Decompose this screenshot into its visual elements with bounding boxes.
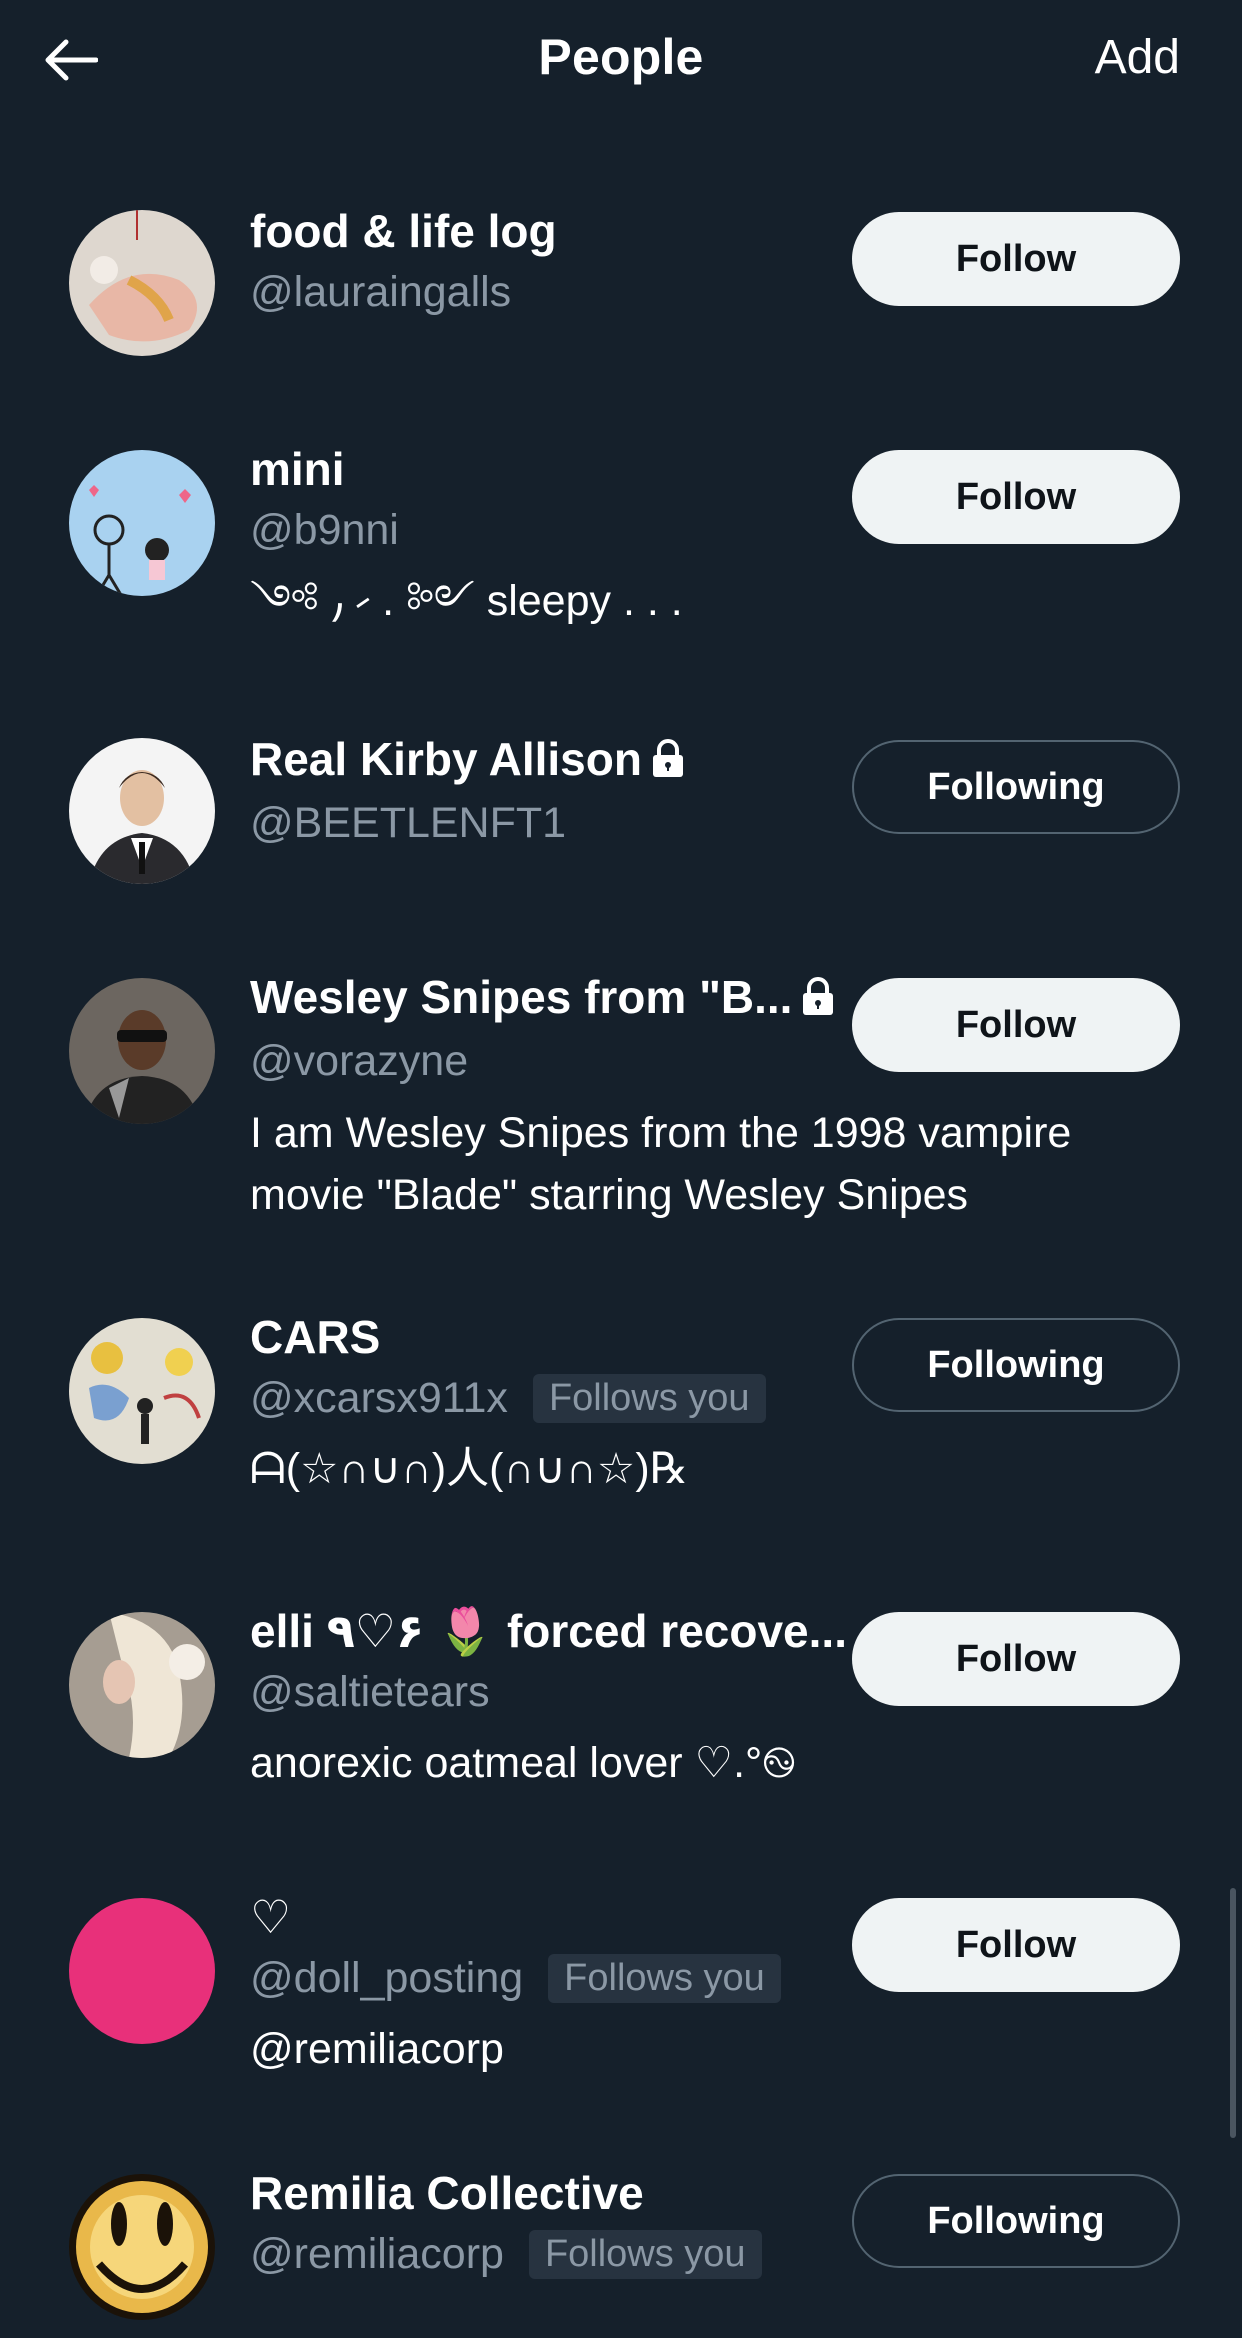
following-button[interactable]: Following <box>852 1318 1180 1412</box>
user-handle: @doll_posting <box>250 1953 524 2002</box>
user-handle: @saltietears <box>250 1667 490 1716</box>
user-handle: @remiliacorp <box>250 2229 504 2278</box>
list-item[interactable]: Remilia Collective @remiliacorp Follows … <box>0 2078 1242 2338</box>
user-info: ♡ @doll_posting Follows you @remiliacorp <box>250 1888 850 2080</box>
user-handle: @b9nni <box>250 505 399 554</box>
follows-you-badge: Follows you <box>528 2229 762 2279</box>
user-handle: @xcarsx911x <box>250 1373 508 1422</box>
list-item[interactable]: elli ٩♡۶ 🌷 forced recove... @saltietears… <box>0 1516 1242 1802</box>
user-info: mini @b9nni ༺ ⹜ ⹝ . ༻ sleepy . . . <box>250 440 850 632</box>
user-info: elli ٩♡۶ 🌷 forced recove... @saltietears… <box>250 1602 850 1794</box>
people-list: food & life log @lauraingalls Follow min… <box>0 120 1242 2338</box>
user-bio: @remiliacorp <box>250 2025 504 2073</box>
avatar[interactable] <box>69 2174 215 2320</box>
avatar[interactable] <box>69 1898 215 2044</box>
list-item[interactable]: mini @b9nni ༺ ⹜ ⹝ . ༻ sleepy . . . Follo… <box>0 358 1242 648</box>
following-button[interactable]: Following <box>852 740 1180 834</box>
user-handle: @lauraingalls <box>250 267 512 316</box>
avatar[interactable] <box>69 738 215 884</box>
follow-button[interactable]: Follow <box>852 1612 1180 1706</box>
lock-icon <box>648 734 688 792</box>
page-title: People <box>538 29 704 85</box>
user-info: Real Kirby Allison @BEETLENFT1 <box>250 730 850 854</box>
avatar[interactable] <box>69 1318 215 1464</box>
user-info: Wesley Snipes from "B... @vorazyne I am … <box>250 968 1071 1226</box>
display-name: Wesley Snipes from "B... <box>250 971 793 1023</box>
list-item[interactable]: ♡ @doll_posting Follows you @remiliacorp… <box>0 1802 1242 2078</box>
follow-button[interactable]: Follow <box>852 978 1180 1072</box>
user-handle: @BEETLENFT1 <box>250 799 567 848</box>
list-item[interactable]: Real Kirby Allison @BEETLENFT1 Following <box>0 648 1242 886</box>
display-name: ♡ <box>250 1891 292 1943</box>
user-bio: anorexic oatmeal lover ♡.°࿊ <box>250 1739 796 1787</box>
display-name: mini <box>250 443 345 495</box>
list-item[interactable]: CARS @xcarsx911x Follows you ᗩ(☆∩∪∩)人(∩∪… <box>0 1226 1242 1516</box>
display-name: Remilia Collective <box>250 2167 644 2219</box>
top-bar: People Add <box>0 0 1242 120</box>
user-bio: I am Wesley Snipes from the 1998 vampire… <box>250 1108 1072 1219</box>
display-name: Real Kirby Allison <box>250 733 642 785</box>
user-handle: @vorazyne <box>250 1037 469 1086</box>
lock-icon <box>798 972 838 1030</box>
list-item[interactable]: Wesley Snipes from "B... @vorazyne I am … <box>0 886 1242 1226</box>
list-item[interactable]: food & life log @lauraingalls Follow <box>0 120 1242 358</box>
follow-button[interactable]: Follow <box>852 212 1180 306</box>
avatar[interactable] <box>69 450 215 596</box>
avatar[interactable] <box>69 978 215 1124</box>
avatar[interactable] <box>69 210 215 356</box>
user-bio: ༺ ⹜ ⹝ . ༻ sleepy . . . <box>250 577 683 625</box>
display-name: CARS <box>250 1311 381 1363</box>
display-name: food & life log <box>250 205 557 257</box>
user-info: Remilia Collective @remiliacorp Follows … <box>250 2164 850 2284</box>
follows-you-badge: Follows you <box>548 1953 781 2003</box>
following-button[interactable]: Following <box>852 2174 1180 2268</box>
user-info: food & life log @lauraingalls <box>250 202 850 322</box>
user-info: CARS @xcarsx911x Follows you ᗩ(☆∩∪∩)人(∩∪… <box>250 1308 850 1500</box>
follows-you-badge: Follows you <box>532 1373 766 1423</box>
display-name: elli ٩♡۶ 🌷 forced recove... <box>250 1605 847 1657</box>
follow-button[interactable]: Follow <box>852 1898 1180 1992</box>
add-button[interactable]: Add <box>1095 30 1180 85</box>
scrollbar[interactable] <box>1230 1888 1236 2138</box>
user-bio: ᗩ(☆∩∪∩)人(∩∪∩☆)℞ <box>250 1445 689 1493</box>
follow-button[interactable]: Follow <box>852 450 1180 544</box>
avatar[interactable] <box>69 1612 215 1758</box>
